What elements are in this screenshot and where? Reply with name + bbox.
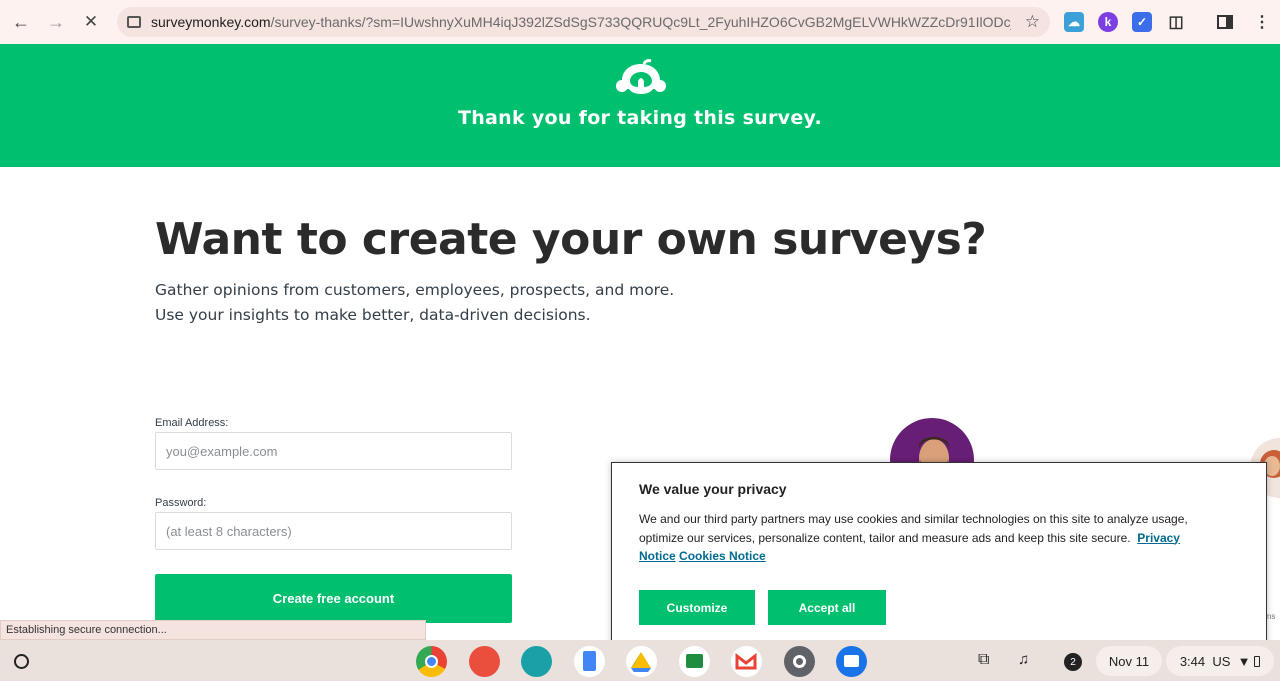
email-label: Email Address: [155, 417, 229, 429]
clock-time: 3:44 [1179, 653, 1206, 669]
classroom-screencast-icon[interactable] [521, 646, 552, 677]
battery-icon [1254, 655, 1261, 667]
cookie-body-text: We and our third party partners may use … [639, 512, 1188, 545]
address-bar[interactable]: surveymonkey.com/survey-thanks/?sm=IUwsh… [117, 7, 1050, 37]
password-field[interactable] [155, 512, 512, 550]
stop-loading-icon[interactable]: ✕ [74, 5, 108, 39]
side-panel-icon[interactable] [1215, 12, 1235, 32]
chrome-app-icon[interactable] [416, 646, 447, 677]
system-tray-pill[interactable]: 3:44 US ▼ [1166, 646, 1274, 676]
wifi-icon: ▼ [1237, 653, 1251, 669]
create-account-button[interactable]: Create free account [155, 574, 512, 623]
settings-gear-icon[interactable] [784, 646, 815, 677]
site-info-icon[interactable] [127, 16, 141, 28]
forward-icon[interactable]: → [39, 5, 73, 39]
url-path: /survey-thanks/?sm=IUwshnyXuMH4iqJ392lZS… [270, 14, 1011, 30]
browser-status-bar: Establishing secure connection... [0, 620, 426, 640]
os-shelf: ⧉ ♫ 2 Nov 11 3:44 US ▼ [0, 640, 1280, 681]
thank-you-message: Thank you for taking this survey. [457, 107, 823, 129]
back-icon[interactable]: ← [4, 5, 38, 39]
date-pill[interactable]: Nov 11 [1096, 646, 1162, 676]
subheading-line-2: Use your insights to make better, data-d… [155, 306, 591, 324]
input-locale: US [1212, 653, 1231, 669]
files-app-icon[interactable] [836, 646, 867, 677]
cookie-consent-dialog: We value your privacy We and our third p… [611, 462, 1267, 652]
canvas-app-icon[interactable] [469, 646, 500, 677]
surveymonkey-logo-icon [616, 59, 666, 94]
drive-app-icon[interactable] [626, 646, 657, 677]
cookie-dialog-title: We value your privacy [639, 481, 787, 497]
url-domain: surveymonkey.com [151, 14, 271, 30]
browser-toolbar: ← → ✕ surveymonkey.com/survey-thanks/?sm… [0, 0, 1280, 44]
gmail-app-icon[interactable] [731, 646, 762, 677]
password-label: Password: [155, 497, 207, 509]
thank-you-banner: Thank you for taking this survey. [0, 44, 1280, 167]
notification-count-badge[interactable]: 2 [1064, 653, 1082, 671]
extensions-puzzle-icon[interactable]: ◫ [1166, 12, 1186, 32]
docs-app-icon[interactable] [574, 646, 605, 677]
url-text[interactable]: surveymonkey.com/survey-thanks/?sm=IUwsh… [151, 14, 1011, 30]
cloud-extension-icon[interactable]: ☁ [1064, 12, 1084, 32]
holding-space-icon[interactable]: ⧉ [978, 651, 989, 669]
customize-button[interactable]: Customize [639, 590, 755, 625]
cookies-notice-link[interactable]: Cookies Notice [679, 549, 766, 563]
email-field[interactable] [155, 432, 512, 470]
page-headline: Want to create your own surveys? [155, 214, 987, 265]
bookmark-star-icon[interactable]: ☆ [1025, 12, 1040, 32]
classroom-app-icon[interactable] [679, 646, 710, 677]
checkbox-extension-icon[interactable]: ✓ [1132, 12, 1152, 32]
menu-kebab-icon[interactable]: ⋮ [1252, 12, 1272, 32]
k-extension-icon[interactable]: k [1098, 12, 1118, 32]
launcher-icon[interactable] [14, 654, 29, 669]
subheading-line-1: Gather opinions from customers, employee… [155, 281, 675, 299]
media-controls-icon[interactable]: ♫ [1018, 651, 1029, 668]
accept-all-button[interactable]: Accept all [768, 590, 886, 625]
cookie-dialog-body: We and our third party partners may use … [639, 510, 1229, 566]
